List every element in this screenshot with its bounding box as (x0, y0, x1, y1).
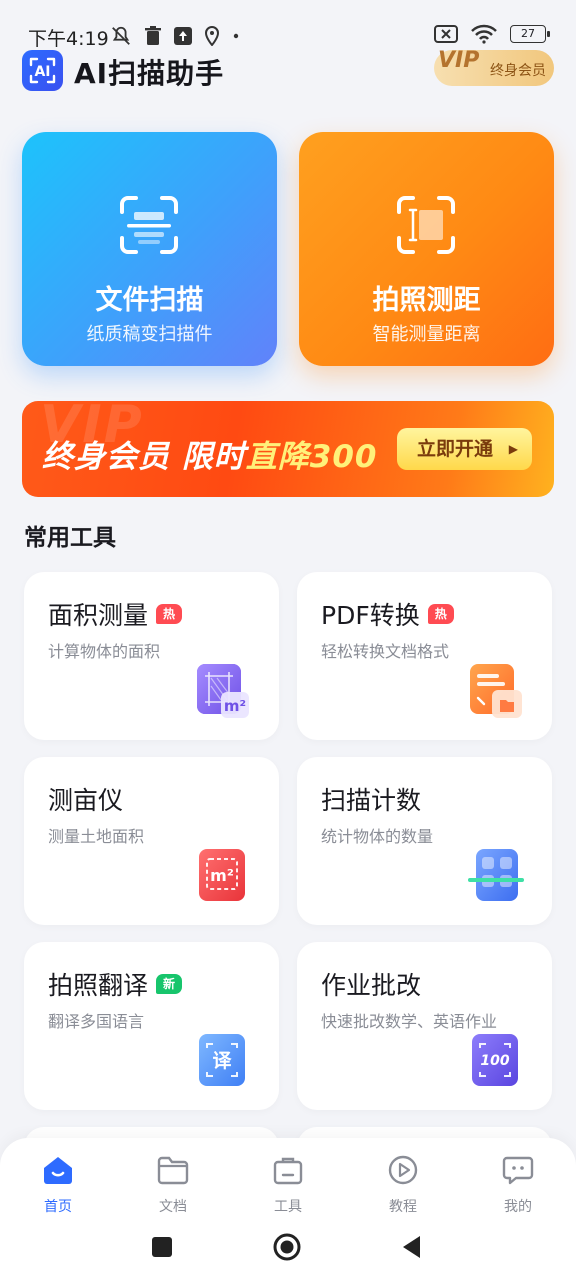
logo-text: AI (34, 64, 50, 80)
new-tag: 新 (156, 974, 183, 994)
tool-card-homework-check[interactable]: 作业批改 快速批改数学、英语作业 100 (297, 942, 552, 1110)
nav-label-documents: 文档 (159, 1199, 187, 1215)
document-scan-card[interactable]: 文件扫描 纸质稿变扫描件 (22, 132, 277, 366)
location-icon (204, 26, 220, 46)
play-arrow-icon: ▶ (508, 442, 518, 456)
vip-label: 终身会员 (490, 63, 546, 79)
mute-icon (112, 26, 130, 45)
tool-title: 拍照翻译 (48, 971, 149, 1000)
tool-subtitle: 轻松转换文档格式 (321, 642, 450, 661)
trash-icon (145, 26, 161, 45)
tool-title: 作业批改 (321, 971, 422, 1000)
back-icon[interactable] (397, 1232, 427, 1262)
vip-word: VIP (438, 48, 480, 73)
pdf-convert-icon (470, 664, 522, 718)
app-logo: AI (22, 50, 63, 91)
banner-headline: 终身会员 限时直降300 (42, 431, 378, 476)
tool-subtitle: 统计物体的数量 (321, 827, 434, 846)
tool-subtitle: 计算物体的面积 (48, 642, 161, 661)
tool-title: 面积测量 (48, 601, 149, 630)
nav-item-profile[interactable]: 我的 (478, 1152, 558, 1216)
photo-distance-title: 拍照测距 (372, 285, 481, 316)
measure-distance-icon (397, 196, 455, 254)
app-header: AI AI扫描助手 VIP 终身会员 (22, 48, 554, 96)
area-icon-text: m² (224, 697, 246, 715)
tool-card-photo-translate[interactable]: 拍照翻译新 翻译多国语言 译 (24, 942, 279, 1110)
section-title: 常用工具 (24, 525, 116, 551)
activate-now-button[interactable]: 立即开通 ▶ (397, 428, 532, 470)
nav-label-profile: 我的 (504, 1199, 532, 1215)
tool-subtitle: 快速批改数学、英语作业 (321, 1012, 498, 1031)
photo-distance-subtitle: 智能测量距离 (372, 324, 481, 345)
nav-item-tools[interactable]: 工具 (248, 1152, 328, 1216)
document-scan-title: 文件扫描 (95, 285, 204, 316)
tool-title: PDF转换 (321, 601, 420, 630)
nav-item-home[interactable]: 首页 (18, 1152, 98, 1216)
vip-badge[interactable]: VIP 终身会员 (434, 48, 554, 86)
vip-promo-banner[interactable]: VIP 终身会员 限时直降300 立即开通 ▶ (22, 401, 554, 497)
tool-card-area-measure[interactable]: 面积测量热 计算物体的面积 m² (24, 572, 279, 740)
tool-subtitle: 测量土地面积 (48, 827, 145, 846)
upload-icon (174, 27, 192, 45)
nav-label-tutorials: 教程 (389, 1199, 417, 1215)
tool-subtitle: 翻译多国语言 (48, 1012, 145, 1031)
homework-check-icon: 100 (472, 1034, 518, 1086)
status-bar: 下午4:19 27 (0, 0, 576, 50)
play-icon (388, 1155, 418, 1185)
sim-off-icon (434, 25, 458, 43)
land-icon-text: m² (210, 866, 234, 885)
home-icon (44, 1157, 72, 1184)
translate-icon-text: 译 (212, 1050, 232, 1072)
hot-tag: 热 (427, 604, 454, 624)
wifi-icon (471, 24, 497, 44)
banner-text-highlight: 直降300 (245, 439, 378, 475)
area-measure-icon: m² (197, 664, 249, 718)
tool-title: 测亩仪 (48, 786, 124, 815)
tool-card-scan-count[interactable]: 扫描计数 统计物体的数量 (297, 757, 552, 925)
tool-card-land-measure[interactable]: 测亩仪 测量土地面积 m² (24, 757, 279, 925)
nav-label-home: 首页 (44, 1199, 72, 1215)
battery-icon: 27 (510, 25, 550, 43)
hot-tag: 热 (156, 604, 183, 624)
scan-count-icon (468, 849, 524, 901)
nav-item-tutorials[interactable]: 教程 (363, 1152, 443, 1216)
folder-icon (157, 1156, 189, 1185)
nav-label-tools: 工具 (274, 1199, 302, 1215)
photo-distance-card[interactable]: 拍照测距 智能测量距离 (299, 132, 554, 366)
toolbox-icon (273, 1157, 303, 1185)
system-navigation-bar (0, 1218, 576, 1280)
homework-icon-text: 100 (480, 1053, 509, 1069)
tool-card-pdf-convert[interactable]: PDF转换热 轻松转换文档格式 (297, 572, 552, 740)
home-button-icon[interactable] (272, 1232, 302, 1262)
dot-icon (233, 33, 239, 39)
scan-document-icon (120, 196, 178, 254)
app-title: AI扫描助手 (74, 57, 225, 90)
tool-title: 扫描计数 (321, 786, 422, 815)
land-measure-icon: m² (199, 849, 245, 901)
activate-now-label: 立即开通 (417, 438, 494, 460)
banner-text-main: 终身会员 限时 (42, 439, 246, 475)
profile-icon (502, 1156, 534, 1185)
recent-apps-icon[interactable] (147, 1232, 177, 1262)
translate-icon: 译 (199, 1034, 245, 1086)
nav-item-documents[interactable]: 文档 (133, 1152, 213, 1216)
status-time: 下午4:19 (28, 28, 109, 50)
document-scan-subtitle: 纸质稿变扫描件 (86, 324, 213, 345)
